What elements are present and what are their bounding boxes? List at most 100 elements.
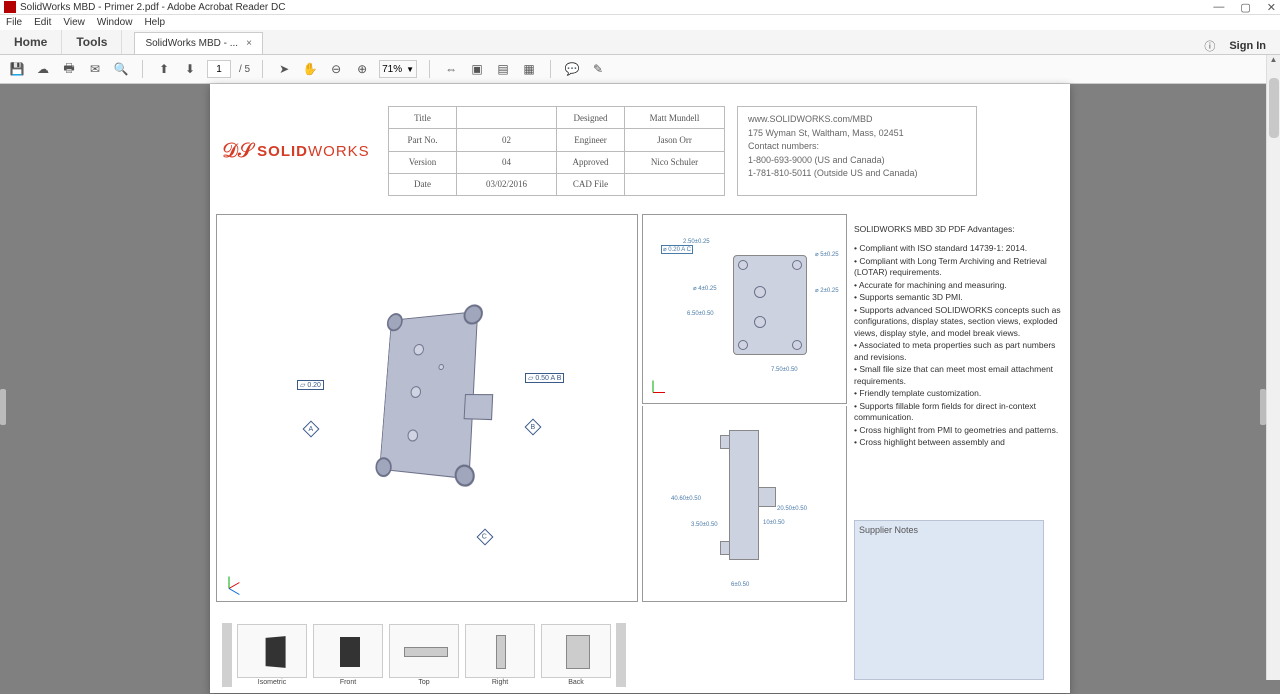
solidworks-logo: 𝓓𝓢 SOLIDWORKS (216, 106, 376, 196)
document-viewport[interactable]: 𝓓𝓢 SOLIDWORKS Title Designed Matt Mundel… (0, 84, 1280, 694)
dim-st5: 6.50±0.50 (687, 311, 714, 317)
tab-tools[interactable]: Tools (62, 30, 122, 54)
view-thumbnails: Isometric Front Top Right Back (222, 620, 870, 690)
supplier-notes-label: Supplier Notes (859, 525, 918, 535)
datum-b: B (525, 419, 542, 436)
logo-text: SOLIDWORKS (257, 143, 370, 160)
primary-tabs: Home Tools (0, 30, 122, 54)
cell-version-label: Version (389, 151, 457, 173)
thumb-scroll-left[interactable] (222, 623, 232, 687)
contact-url: www.SOLIDWORKS.com/MBD (748, 113, 966, 127)
close-button[interactable]: ✕ (1267, 1, 1276, 14)
zoom-out-icon[interactable]: ⊖ (327, 60, 345, 78)
menu-window[interactable]: Window (97, 17, 133, 28)
cell-approved-label: Approved (557, 151, 625, 173)
contact-address: 175 Wyman St, Waltham, Mass, 02451 (748, 127, 966, 141)
tab-row-right: ⓘ Sign In (1204, 38, 1280, 54)
vertical-scrollbar[interactable]: ▲ (1266, 55, 1280, 680)
page-number-input[interactable] (207, 60, 231, 78)
scroll-mode-icon[interactable]: ▤ (494, 60, 512, 78)
cell-date-value: 03/02/2016 (457, 173, 557, 195)
hand-icon[interactable]: ✋ (301, 60, 319, 78)
page-up-icon[interactable]: ⬆ (155, 60, 173, 78)
cell-version-value: 04 (457, 151, 557, 173)
fit-width-icon[interactable]: ⇔ (442, 60, 460, 78)
cell-date-label: Date (389, 173, 457, 195)
cell-partno-label: Part No. (389, 129, 457, 151)
zoom-select[interactable]: 71% ▼ (379, 60, 417, 78)
window-title: SolidWorks MBD - Primer 2.pdf - Adobe Ac… (20, 2, 285, 13)
adv-bullet: • Small file size that can meet most ema… (854, 364, 1062, 387)
cell-engineer-value: Jason Orr (625, 129, 725, 151)
thumb-back[interactable]: Back (540, 624, 612, 686)
thumb-front[interactable]: Front (312, 624, 384, 686)
adv-bullet: • Associated to meta properties such as … (854, 340, 1062, 363)
part-front (733, 255, 807, 355)
cloud-icon[interactable]: ☁ (34, 60, 52, 78)
thumb-isometric[interactable]: Isometric (236, 624, 308, 686)
dim-st4: ⌀ 4±0.25 (693, 285, 717, 292)
tab-home[interactable]: Home (0, 30, 62, 54)
adv-bullet: • Supports semantic 3D PMI. (854, 292, 1062, 303)
adv-bullet: • Supports fillable form fields for dire… (854, 401, 1062, 424)
dim-sb1: 40.60±0.50 (671, 496, 701, 502)
adv-bullet: • Compliant with Long Term Archiving and… (854, 256, 1062, 279)
cell-designed-label: Designed (557, 107, 625, 129)
read-mode-icon[interactable]: ▦ (520, 60, 538, 78)
contact-box: www.SOLIDWORKS.com/MBD 175 Wyman St, Wal… (737, 106, 977, 196)
zoom-value: 71% (382, 64, 402, 75)
isometric-view[interactable]: ▱ 0.20 ▱ 0.50 A B A B C (216, 214, 638, 602)
datum-c: C (477, 529, 494, 546)
advantages-text: SOLIDWORKS MBD 3D PDF Advantages: • Comp… (854, 224, 1062, 449)
page-down-icon[interactable]: ⬇ (181, 60, 199, 78)
minimize-button[interactable]: — (1213, 1, 1224, 14)
dim-st7: 7.50±0.50 (771, 367, 798, 373)
separator (429, 60, 430, 78)
advantages-title: SOLIDWORKS MBD 3D PDF Advantages: (854, 224, 1062, 235)
zoom-in-icon[interactable]: ⊕ (353, 60, 371, 78)
search-icon[interactable]: 🔍 (112, 60, 130, 78)
thumb-top[interactable]: Top (388, 624, 460, 686)
side-annotated-view: 40.60±0.50 3.50±0.50 20.50±0.50 10±0.50 … (642, 406, 847, 602)
scroll-up-arrow[interactable]: ▲ (1267, 55, 1280, 64)
axis-triad (223, 571, 247, 595)
print-icon[interactable]: 🖶 (60, 60, 78, 78)
menu-file[interactable]: File (6, 17, 22, 28)
help-icon[interactable]: ⓘ (1204, 38, 1215, 54)
cell-partno-value: 02 (457, 129, 557, 151)
tab-row: Home Tools SolidWorks MBD - ... × ⓘ Sign… (0, 30, 1280, 55)
front-annotated-view: 2.50±0.25 ⌀ 0.20 A C ⌀ 5±0.25 ⌀ 4±0.25 6… (642, 214, 847, 404)
maximize-button[interactable]: ▢ (1240, 1, 1250, 14)
dim-st6: ⌀ 2±0.25 (815, 287, 839, 294)
email-icon[interactable]: ✉ (86, 60, 104, 78)
separator (262, 60, 263, 78)
comment-icon[interactable]: 💬 (563, 60, 581, 78)
cell-designed-value: Matt Mundell (625, 107, 725, 129)
sign-icon[interactable]: ✎ (589, 60, 607, 78)
menu-view[interactable]: View (63, 17, 85, 28)
contact-phone-us: 1-800-693-9000 (US and Canada) (748, 154, 966, 168)
pdf-icon (4, 1, 16, 13)
title-bar: SolidWorks MBD - Primer 2.pdf - Adobe Ac… (0, 0, 1280, 15)
supplier-notes-field[interactable]: Supplier Notes (854, 520, 1044, 680)
cell-title-label: Title (389, 107, 457, 129)
fit-page-icon[interactable]: ▣ (468, 60, 486, 78)
header-block: 𝓓𝓢 SOLIDWORKS Title Designed Matt Mundel… (216, 106, 1064, 196)
cell-title-value (457, 107, 557, 129)
document-tab[interactable]: SolidWorks MBD - ... × (134, 32, 262, 54)
part-body (377, 313, 477, 473)
contact-label: Contact numbers: (748, 140, 966, 154)
window-controls: — ▢ ✕ (1213, 1, 1276, 14)
save-icon[interactable]: 💾 (8, 60, 26, 78)
pointer-icon[interactable]: ➤ (275, 60, 293, 78)
menu-edit[interactable]: Edit (34, 17, 51, 28)
menu-help[interactable]: Help (144, 17, 165, 28)
adv-bullet: • Supports advanced SOLIDWORKS concepts … (854, 305, 1062, 339)
scrollbar-thumb[interactable] (1269, 78, 1279, 138)
close-tab-icon[interactable]: × (246, 38, 252, 49)
left-panel-handle[interactable] (0, 389, 6, 425)
sign-in-button[interactable]: Sign In (1229, 40, 1266, 52)
thumb-scroll-right[interactable] (616, 623, 626, 687)
thumb-right[interactable]: Right (464, 624, 536, 686)
dim-sb2: 3.50±0.50 (691, 522, 718, 528)
